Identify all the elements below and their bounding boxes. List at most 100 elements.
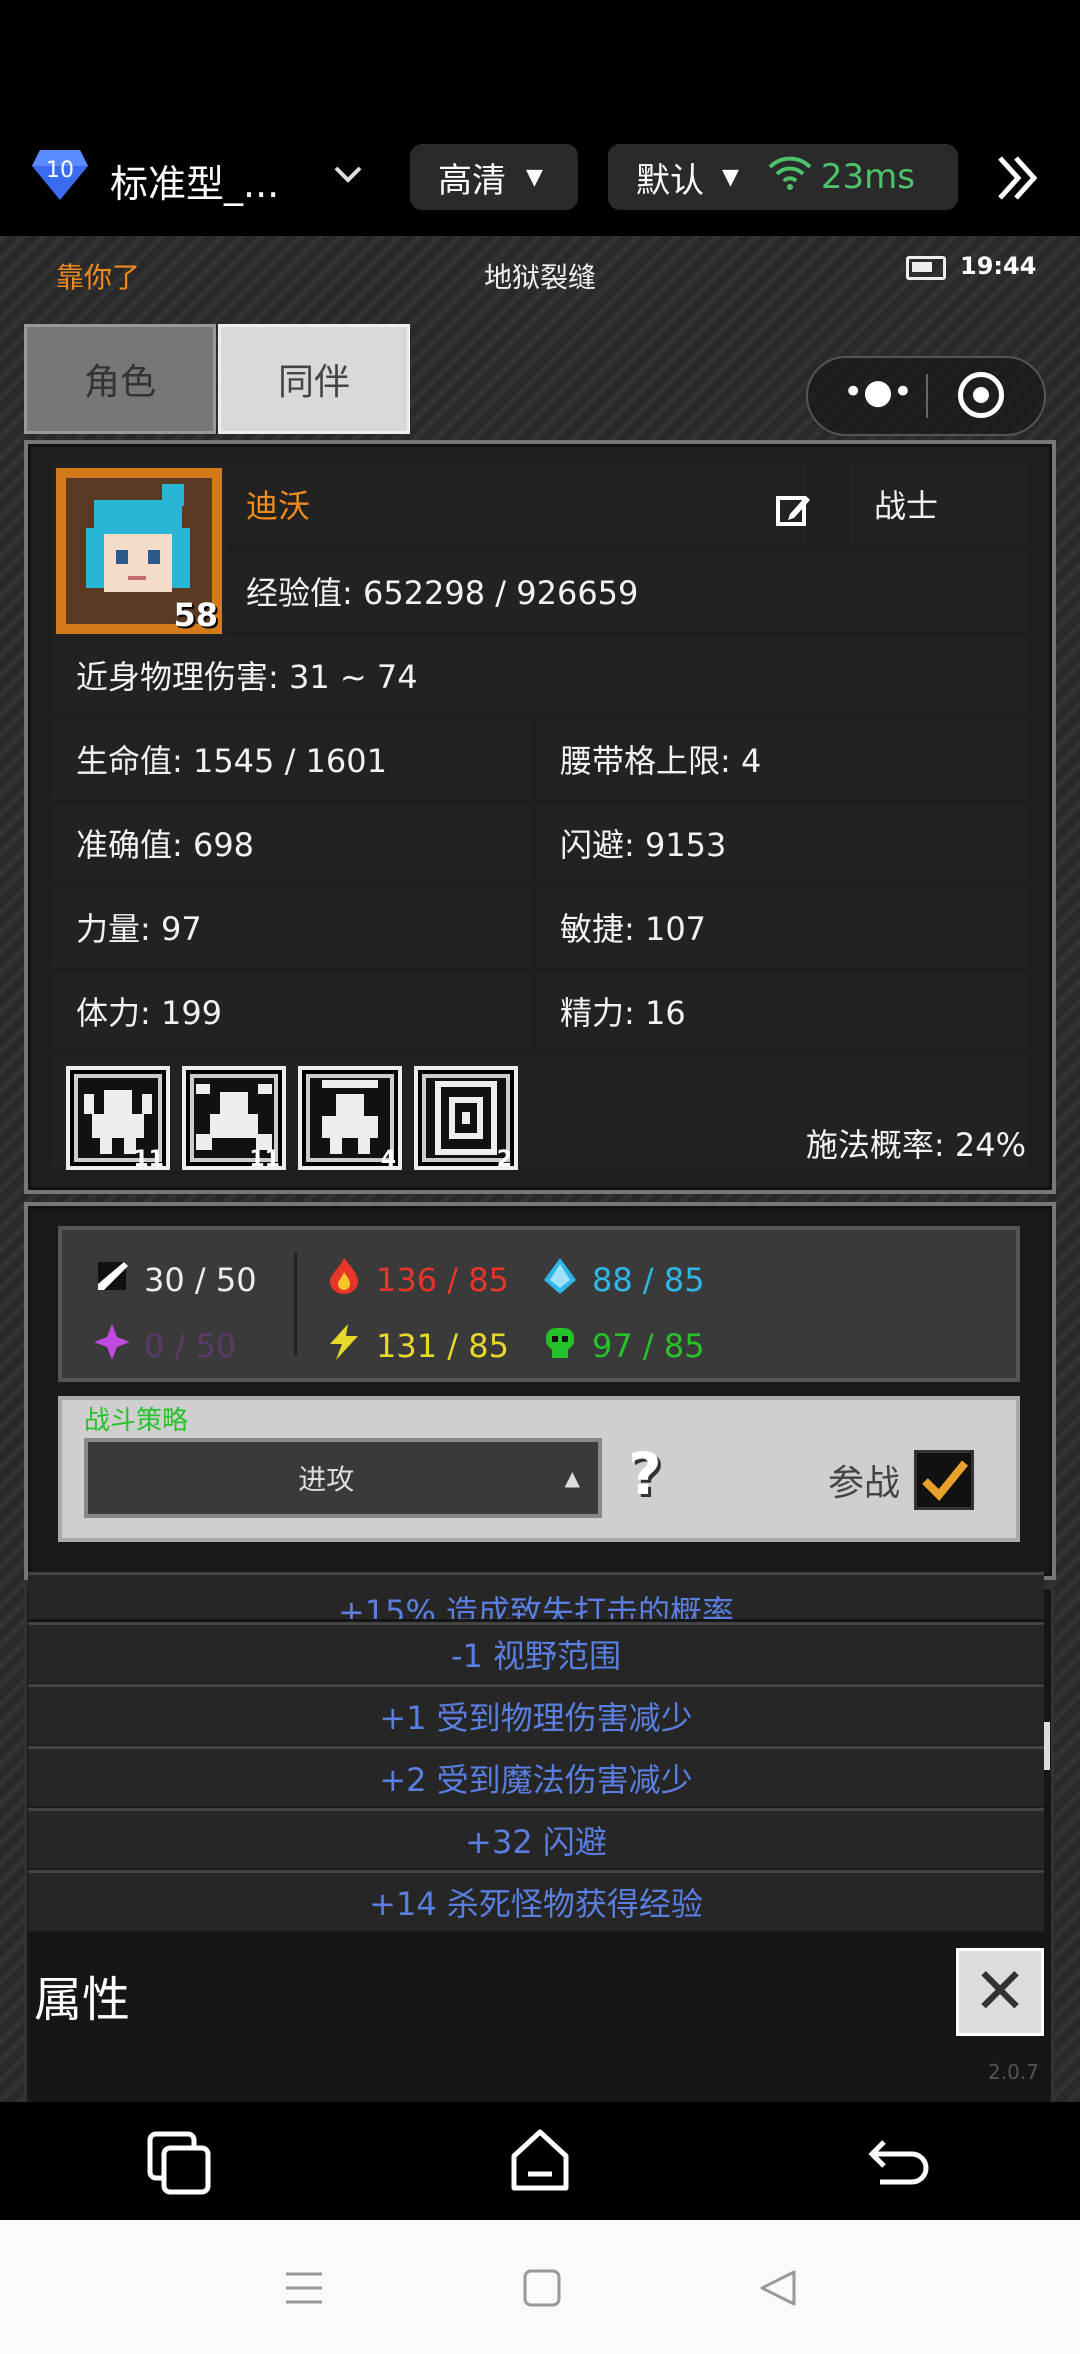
double-chevron-right-icon[interactable] [994, 150, 1044, 210]
skill-count: 4 [380, 1147, 396, 1172]
list-item: +1 受到物理伤害减少 [28, 1684, 1044, 1745]
close-target-icon[interactable] [958, 372, 1004, 418]
join-label: 参战 [828, 1463, 901, 1504]
quality-label: 高清 [438, 160, 506, 201]
attribute-text: +14 杀死怪物获得经验 [369, 1885, 703, 1923]
skill-slot[interactable]: 11 [182, 1066, 286, 1172]
character-class: 战士 [874, 487, 939, 525]
caret-down-icon: ▼ [526, 164, 543, 190]
join-checkbox[interactable] [914, 1450, 974, 1510]
resist-panel: 30 / 50 0 / 50 136 / 85 131 / 85 88 / 85… [24, 1202, 1056, 1580]
melee-text: 近身物理伤害: 31 ~ 74 [76, 658, 418, 696]
skill-slot[interactable]: 4 [298, 1066, 402, 1172]
scrollbar[interactable] [1044, 1722, 1050, 1770]
edit-icon[interactable] [776, 492, 812, 532]
diamond-icon[interactable]: 10 [30, 148, 90, 202]
magic-resist: 0 / 50 [92, 1322, 236, 1370]
list-item: +15% 造成致失打击的概率 [28, 1572, 1044, 1619]
fire-resist-value: 136 / 85 [376, 1261, 509, 1299]
vit-cell: 体力: 199 [52, 972, 530, 1050]
badge-level: 10 [46, 158, 74, 183]
status-hint: 靠你了 [56, 261, 141, 294]
character-name: 迪沃 [246, 487, 311, 525]
physical-resist: 30 / 50 [92, 1256, 257, 1304]
poison-skull-icon [540, 1322, 580, 1370]
attribute-text: +32 闪避 [465, 1823, 607, 1861]
ping-label: 23ms [820, 157, 916, 197]
tab-companion-label: 同伴 [277, 362, 350, 403]
energy-cell: 精力: 16 [536, 972, 1026, 1050]
multitask-icon[interactable] [146, 2130, 214, 2200]
chevron-down-icon[interactable] [330, 160, 366, 194]
page-title: 属性 [34, 1972, 131, 2028]
mode-label: 默认 [636, 160, 704, 201]
tab-role[interactable]: 角色 [24, 324, 216, 434]
class-cell: 战士 [850, 464, 1026, 544]
character-panel: 58 迪沃 战士 经验值: 652298 / 926659 近身物理伤害: 31… [24, 440, 1056, 1194]
skill-count: 11 [133, 1147, 164, 1172]
profile-label: 标准型_... [110, 161, 280, 206]
skill-slot[interactable]: 11 [66, 1066, 170, 1172]
exp-text: 经验值: 652298 / 926659 [246, 574, 639, 612]
miniapp-capsule: •●• [806, 356, 1046, 436]
divider [926, 374, 928, 418]
help-icon[interactable]: ? [628, 1440, 662, 1508]
vit-text: 体力: 199 [76, 994, 223, 1032]
lightning-resist-value: 131 / 85 [376, 1327, 509, 1365]
tab-companion[interactable]: 同伴 [218, 324, 410, 434]
ice-icon [540, 1256, 580, 1304]
dodge-text: 闪避: 9153 [560, 826, 727, 864]
accuracy-text: 准确值: 698 [76, 826, 255, 864]
profile-selector[interactable]: 标准型_... [110, 150, 279, 210]
hp-text: 生命值: 1545 / 1601 [76, 742, 387, 780]
cast-chance: 施法概率: 24% [805, 1126, 1026, 1164]
str-text: 力量: 97 [76, 910, 202, 948]
agi-cell: 敏捷: 107 [536, 888, 1026, 966]
agi-text: 敏捷: 107 [560, 910, 707, 948]
skill-slot[interactable]: 2 [414, 1066, 518, 1172]
resist-divider [294, 1252, 297, 1356]
avatar[interactable]: 58 [52, 464, 226, 638]
magic-star-icon [92, 1322, 132, 1370]
skill-count: 11 [249, 1147, 280, 1172]
lightning-icon [324, 1322, 364, 1370]
fire-icon [324, 1256, 364, 1304]
melee-cell: 近身物理伤害: 31 ~ 74 [52, 636, 1026, 714]
list-item: -1 视野范围 [28, 1622, 1044, 1683]
back-icon[interactable] [866, 2132, 934, 2196]
poison-resist: 97 / 85 [540, 1322, 705, 1370]
home-icon[interactable] [508, 2126, 572, 2198]
list-item: +32 闪避 [28, 1808, 1044, 1869]
close-icon: ✕ [973, 1955, 1027, 2029]
triangle-back-icon[interactable] [758, 2268, 798, 2312]
name-cell: 迪沃 [226, 464, 806, 544]
close-button[interactable]: ✕ [956, 1948, 1044, 2036]
strategy-dropdown[interactable]: 进攻 ▲ [84, 1438, 602, 1518]
attribute-text: -1 视野范围 [450, 1637, 622, 1675]
cold-resist: 88 / 85 [540, 1256, 705, 1304]
more-icon[interactable]: •●• [838, 375, 918, 414]
attribute-text: +15% 造成致失打击的概率 [337, 1593, 735, 1619]
sword-icon [92, 1256, 132, 1304]
version-label: 2.0.7 [988, 2060, 1039, 2084]
menu-icon[interactable] [284, 2268, 324, 2312]
fire-resist: 136 / 85 [324, 1256, 509, 1304]
square-icon[interactable] [522, 2268, 562, 2312]
cold-resist-value: 88 / 85 [592, 1261, 705, 1299]
lightning-resist: 131 / 85 [324, 1322, 509, 1370]
mode-dropdown[interactable]: 默认 ▼ 23ms [608, 144, 958, 210]
app-nav-bar [0, 2102, 1080, 2220]
battery-icon [906, 256, 946, 280]
belt-cell: 腰带格上限: 4 [536, 720, 1026, 798]
caret-up-icon: ▲ [564, 1466, 580, 1490]
attribute-text: +1 受到物理伤害减少 [379, 1699, 693, 1737]
clock: 19:44 [960, 252, 1037, 280]
map-title: 地狱裂缝 [483, 261, 596, 294]
accuracy-cell: 准确值: 698 [52, 804, 530, 882]
str-cell: 力量: 97 [52, 888, 530, 966]
strategy-label: 战斗策略 [84, 1406, 189, 1436]
magic-resist-value: 0 / 50 [144, 1327, 237, 1365]
belt-text: 腰带格上限: 4 [560, 742, 762, 780]
strategy-value: 进攻 [298, 1463, 355, 1496]
quality-dropdown[interactable]: 高清 ▼ [410, 144, 578, 210]
